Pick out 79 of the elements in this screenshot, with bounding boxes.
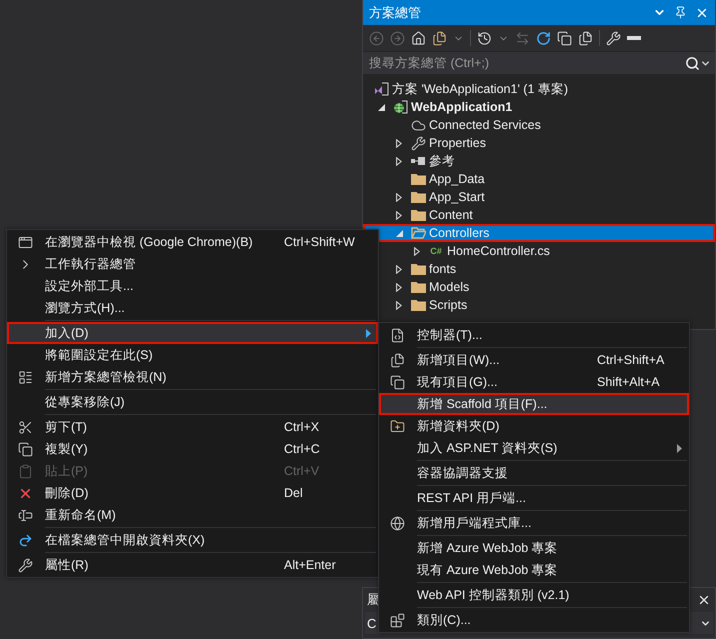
menu-item[interactable]: 新增項目(W)... Ctrl+Shift+A (379, 349, 689, 371)
forward-icon (390, 30, 405, 46)
menu-item[interactable]: 現有項目(G)... Shift+Alt+A (379, 371, 689, 393)
class-icon (390, 612, 404, 628)
collapsed-arrow-icon[interactable] (396, 282, 402, 292)
wrench-icon (18, 558, 32, 572)
menu-item[interactable]: 將範圍設定在此(S) (7, 344, 378, 366)
search-field[interactable]: 搜尋方案總管 (Ctrl+;) (367, 55, 685, 71)
collapsed-arrow-icon[interactable] (396, 300, 402, 310)
cut-icon (18, 420, 32, 434)
collapsed-arrow-icon[interactable] (396, 264, 402, 274)
menu-item[interactable]: 在檔案總管中開啟資料夾(X) (7, 529, 378, 551)
tree-item[interactable]: 方案 'WebApplication1' (1 專案) (363, 80, 715, 98)
tree-item[interactable]: Controllers (363, 224, 715, 242)
menu-item[interactable]: 新增方案總管檢視(N) (7, 366, 378, 388)
menu-item[interactable]: 從專案移除(J) (7, 391, 378, 413)
collapsed-arrow-icon[interactable] (396, 192, 402, 202)
folder-icon (410, 173, 426, 185)
menu-item[interactable]: 剪下(T) Ctrl+X (7, 416, 378, 438)
file-icon (390, 328, 404, 342)
rename-icon (18, 508, 32, 522)
web-project-icon (392, 100, 408, 114)
cloud-icon (410, 118, 426, 132)
new-folder-icon (390, 418, 404, 434)
redo-arrow-icon (18, 532, 32, 548)
minus-icon (627, 36, 641, 40)
menu-item[interactable]: Web API 控制器類別 (v2.1) (379, 584, 689, 606)
pin-icon (674, 6, 687, 19)
folder-icon (410, 263, 426, 275)
collapsed-arrow-icon[interactable] (396, 138, 402, 148)
paste-icon (18, 464, 32, 478)
menu-item[interactable]: 類別(C)... (379, 609, 689, 631)
menu-item[interactable]: 刪除(D) Del (7, 482, 378, 504)
tree-item[interactable]: WebApplication1 (363, 98, 715, 116)
collapsed-arrow-icon[interactable] (396, 210, 402, 220)
folder-icon (410, 299, 426, 311)
menu-item[interactable]: 現有 Azure WebJob 專案 (379, 559, 689, 581)
folder-icon (410, 191, 426, 203)
expanded-arrow-icon[interactable] (378, 104, 384, 110)
folder-icon (410, 209, 426, 221)
close-icon (697, 593, 711, 607)
tree-item[interactable]: Properties (363, 134, 715, 152)
search-icon (685, 56, 700, 70)
menu-item[interactable]: 新增用戶端程式庫... (379, 512, 689, 534)
references-icon (411, 157, 425, 165)
menu-item[interactable]: 控制器(T)... (379, 324, 689, 346)
copy-icon (18, 442, 32, 456)
menu-item[interactable]: 重新命名(M) (7, 504, 378, 526)
menu-item[interactable]: 新增 Azure WebJob 專案 (379, 537, 689, 559)
menu-item[interactable]: 新增資料夾(D) (379, 415, 689, 437)
collapsed-arrow-icon[interactable] (414, 246, 420, 256)
open-folder-icon (410, 227, 426, 239)
menu-item[interactable]: REST API 用戶端... (379, 487, 689, 509)
globe-icon (390, 516, 404, 530)
collapsed-arrow-icon[interactable] (396, 156, 402, 166)
menu-item[interactable]: 加入 ASP.NET 資料夾(S) (379, 437, 689, 459)
list-window-icon (18, 370, 32, 384)
tree-item[interactable]: Content (363, 206, 715, 224)
refresh-icon (536, 30, 551, 46)
menu-item[interactable]: 加入(D) (7, 322, 378, 344)
home-icon (411, 30, 426, 46)
menu-item[interactable]: 容器協調器支援 (379, 462, 689, 484)
folder-icon (410, 281, 426, 293)
browser-window-icon (18, 234, 32, 250)
menu-item[interactable]: 複製(Y) Ctrl+C (7, 438, 378, 460)
menu-item[interactable]: 屬性(R) Alt+Enter (7, 554, 378, 576)
panel-title-bar: 方案總管 (363, 0, 715, 25)
wrench-icon (606, 30, 621, 46)
tree-item[interactable]: App_Data (363, 170, 715, 188)
tree-item[interactable]: Connected Services (363, 116, 715, 134)
csharp-file-icon: C# (428, 246, 444, 256)
back-icon (369, 30, 384, 46)
tree-item[interactable]: 參考 (363, 152, 715, 170)
solution-icon (374, 82, 388, 96)
sync-icon (515, 30, 530, 46)
search-box[interactable]: 搜尋方案總管 (Ctrl+;) (363, 52, 715, 74)
tree-item[interactable]: App_Start (363, 188, 715, 206)
wrench-icon (410, 136, 426, 150)
menu-item[interactable]: 新增 Scaffold 項目(F)... (379, 393, 689, 415)
